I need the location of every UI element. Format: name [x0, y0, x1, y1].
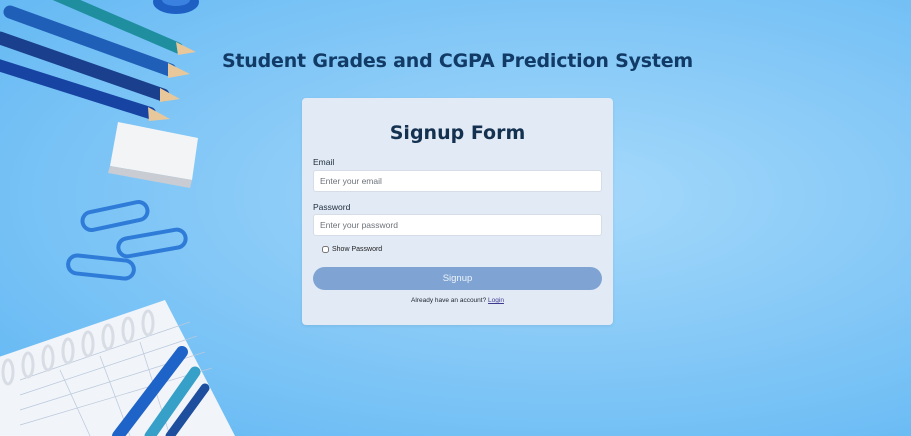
login-prompt-text: Already have an account? — [411, 297, 487, 304]
form-title: Signup Form — [389, 122, 526, 144]
eraser-illustration — [108, 122, 198, 188]
password-input[interactable] — [313, 214, 602, 236]
show-password-checkbox[interactable] — [322, 246, 329, 253]
login-link[interactable]: Login — [488, 297, 504, 304]
email-input[interactable] — [313, 170, 602, 192]
email-label: Email — [313, 157, 335, 167]
login-prompt: Already have an account? Login — [302, 297, 613, 304]
password-label: Password — [313, 202, 351, 212]
page-title: Student Grades and CGPA Prediction Syste… — [221, 50, 694, 72]
signup-card: Signup Form Email Password Show Password… — [302, 98, 613, 325]
paperclips-illustration — [66, 200, 188, 281]
show-password-label: Show Password — [332, 246, 383, 253]
show-password-toggle[interactable]: Show Password — [322, 246, 382, 253]
notebook-illustration — [0, 300, 235, 436]
signup-button[interactable]: Signup — [313, 267, 602, 290]
